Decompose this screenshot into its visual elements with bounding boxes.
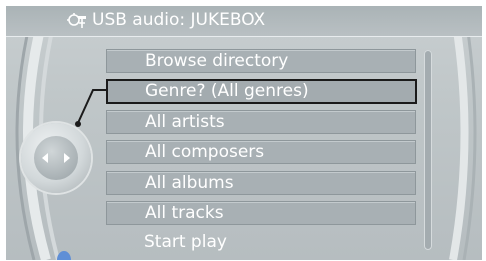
idrive-screen: USB audio: JUKEBOX Browse directory Genr… (6, 6, 482, 260)
arrow-right-icon (64, 153, 70, 163)
arrow-left-icon (42, 153, 48, 163)
controller-knob-icon (21, 123, 91, 193)
controller-knob-center (34, 136, 78, 180)
